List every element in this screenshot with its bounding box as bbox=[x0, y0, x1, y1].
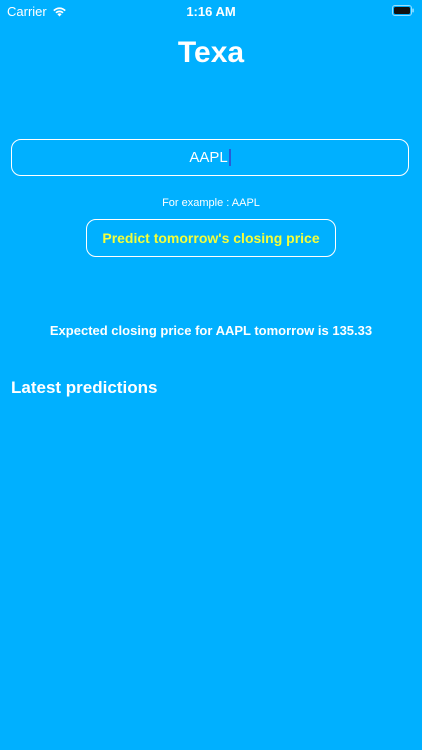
ticker-input[interactable]: AAPL bbox=[11, 139, 409, 176]
text-caret bbox=[228, 149, 231, 166]
predict-button[interactable]: Predict tomorrow's closing price bbox=[86, 219, 336, 257]
prediction-result: Expected closing price for AAPL tomorrow… bbox=[49, 323, 373, 338]
input-hint: For example : AAPL bbox=[162, 197, 260, 209]
battery-icon bbox=[392, 5, 414, 16]
status-time: 1:16 AM bbox=[186, 4, 236, 19]
latest-predictions-heading: Latest predictions bbox=[11, 378, 158, 397]
app-title: Texa bbox=[177, 36, 245, 69]
app-screen: Carrier 1:16 AM Texa AAPL For example : … bbox=[0, 0, 422, 750]
ticker-input-value: AAPL bbox=[189, 149, 228, 166]
status-bar: Carrier 1:16 AM bbox=[0, 0, 422, 22]
